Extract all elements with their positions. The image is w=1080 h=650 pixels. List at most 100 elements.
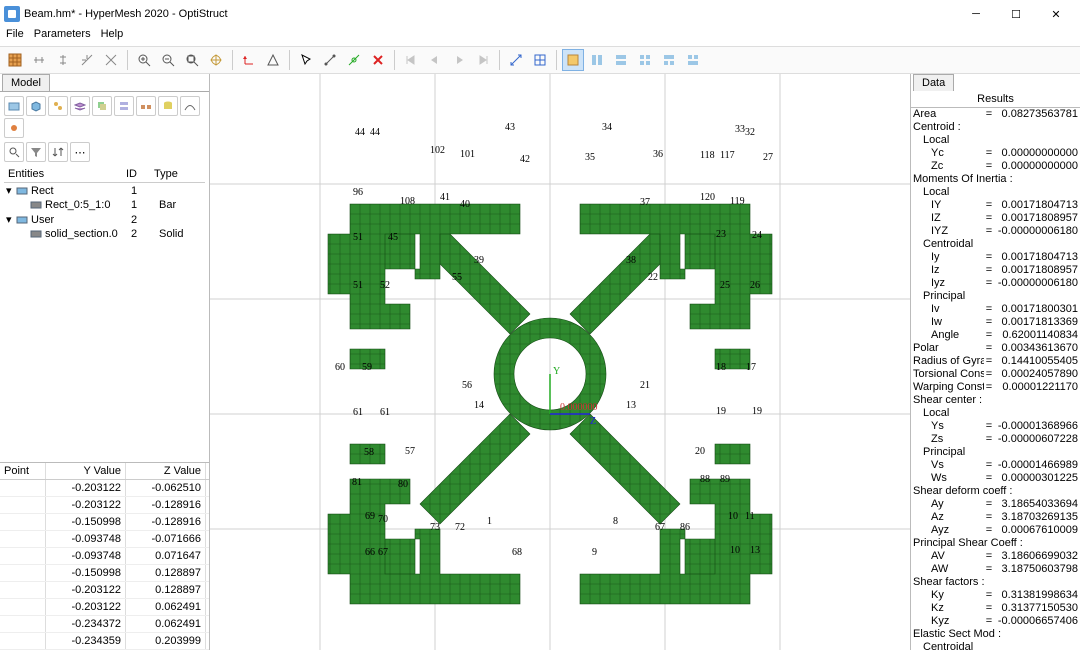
result-row: Kyz=-0.00006657406 <box>911 615 1080 628</box>
svg-text:26: 26 <box>750 280 760 291</box>
point-row[interactable]: -0.093748-0.071666 <box>0 531 209 548</box>
point-row[interactable]: -0.2031220.128897 <box>0 582 209 599</box>
menu-help[interactable]: Help <box>101 28 124 46</box>
zoom-out-icon[interactable] <box>157 49 179 71</box>
pg-col-z[interactable]: Z Value <box>126 463 206 479</box>
snap-diag-icon[interactable] <box>76 49 98 71</box>
mp-cube-icon[interactable] <box>26 96 46 116</box>
window-title: Beam.hm* - HyperMesh 2020 - OptiStruct <box>24 8 228 20</box>
triangle-icon[interactable] <box>262 49 284 71</box>
mp-group-icon[interactable] <box>48 96 68 116</box>
svg-text:119: 119 <box>730 196 745 207</box>
mp-layer-icon[interactable] <box>70 96 90 116</box>
svg-text:117: 117 <box>720 150 735 161</box>
tree-row[interactable]: ▾User2 <box>4 212 205 227</box>
prev-icon[interactable] <box>424 49 446 71</box>
point-row[interactable]: -0.203122-0.062510 <box>0 480 209 497</box>
data-tab[interactable]: Data <box>913 74 954 91</box>
tree-row[interactable]: ▾Rect1 <box>4 183 205 198</box>
tree-col-id[interactable]: ID <box>122 166 150 182</box>
mp-cubes-icon[interactable] <box>136 96 156 116</box>
mp-filter-icon[interactable] <box>26 142 46 162</box>
mp-layers-icon[interactable] <box>92 96 112 116</box>
result-row: Az=3.18703269135 <box>911 511 1080 524</box>
measure-icon[interactable] <box>505 49 527 71</box>
last-icon[interactable] <box>472 49 494 71</box>
svg-text:44: 44 <box>370 127 380 138</box>
line-icon[interactable] <box>319 49 341 71</box>
point-row[interactable]: -0.150998-0.128916 <box>0 514 209 531</box>
viewport[interactable]: Y Z 0.000000 444443343332102101423536118… <box>210 74 910 650</box>
point-row[interactable]: -0.0937480.071647 <box>0 548 209 565</box>
result-row: Iz=0.00171808957 <box>911 264 1080 277</box>
mp-sort-icon[interactable] <box>48 142 68 162</box>
svg-text:13: 13 <box>750 545 760 556</box>
result-row: Moments Of Inertia : <box>911 173 1080 186</box>
close-button[interactable]: ✕ <box>1036 0 1076 28</box>
view5-icon[interactable] <box>658 49 680 71</box>
minimize-button[interactable]: ─ <box>956 0 996 28</box>
maximize-button[interactable]: ☐ <box>996 0 1036 28</box>
titlebar: Beam.hm* - HyperMesh 2020 - OptiStruct ─… <box>0 0 1080 28</box>
result-row: Radius of Gyration=0.14410055405 <box>911 355 1080 368</box>
svg-text:Z: Z <box>590 416 596 427</box>
axes-icon[interactable] <box>238 49 260 71</box>
svg-text:18: 18 <box>716 362 726 373</box>
pg-col-y[interactable]: Y Value <box>46 463 126 479</box>
result-row: Zs=-0.00000607228 <box>911 433 1080 446</box>
model-tree[interactable]: ▾Rect1Rect_0:5_1:01Bar▾User2solid_sectio… <box>4 183 205 241</box>
model-tab[interactable]: Model <box>2 74 50 91</box>
menu-file[interactable]: File <box>6 28 24 46</box>
snap-cross-icon[interactable] <box>100 49 122 71</box>
result-row: Yc=0.00000000000 <box>911 147 1080 160</box>
point-row[interactable]: -0.203122-0.128916 <box>0 497 209 514</box>
mp-search-icon[interactable] <box>4 142 24 162</box>
view3-icon[interactable] <box>610 49 632 71</box>
delete-icon[interactable] <box>367 49 389 71</box>
menu-parameters[interactable]: Parameters <box>34 28 91 46</box>
first-icon[interactable] <box>400 49 422 71</box>
results-list: Area=0.08273563781Centroid :LocalYc=0.00… <box>911 108 1080 650</box>
result-row: Iv=0.00171800301 <box>911 303 1080 316</box>
point-row[interactable]: -0.2343590.203999 <box>0 633 209 650</box>
cursor-icon[interactable] <box>295 49 317 71</box>
zoom-fit-icon[interactable] <box>181 49 203 71</box>
result-row: Ys=-0.00001368966 <box>911 420 1080 433</box>
mp-box-icon[interactable] <box>4 96 24 116</box>
grid-icon[interactable] <box>4 49 26 71</box>
svg-text:89: 89 <box>720 474 730 485</box>
pg-col-point[interactable]: Point <box>0 463 46 479</box>
snap-vert-icon[interactable] <box>52 49 74 71</box>
section-icon[interactable] <box>529 49 551 71</box>
view6-icon[interactable] <box>682 49 704 71</box>
svg-text:25: 25 <box>720 280 730 291</box>
zoom-in-icon[interactable] <box>133 49 155 71</box>
mp-cyl-icon[interactable] <box>158 96 178 116</box>
mp-curve-icon[interactable] <box>180 96 200 116</box>
svg-text:108: 108 <box>400 196 415 207</box>
svg-text:72: 72 <box>455 522 465 533</box>
view2-icon[interactable] <box>586 49 608 71</box>
result-row: Shear center : <box>911 394 1080 407</box>
mp-dot-icon[interactable] <box>4 118 24 138</box>
svg-text:20: 20 <box>695 446 705 457</box>
mp-stack-icon[interactable] <box>114 96 134 116</box>
pan-icon[interactable] <box>205 49 227 71</box>
point-row[interactable]: -0.1509980.128897 <box>0 565 209 582</box>
tree-row[interactable]: solid_section.02Solid <box>4 227 205 241</box>
tree-row[interactable]: Rect_0:5_1:01Bar <box>4 198 205 212</box>
result-row: Ayz=0.00067610009 <box>911 524 1080 537</box>
point-row[interactable]: -0.2343720.062491 <box>0 616 209 633</box>
tree-col-entities[interactable]: Entities <box>4 166 122 182</box>
mp-more-icon[interactable]: ⋯ <box>70 142 90 162</box>
result-row: Centroidal <box>911 641 1080 650</box>
snap-horiz-icon[interactable] <box>28 49 50 71</box>
next-icon[interactable] <box>448 49 470 71</box>
view1-icon[interactable] <box>562 49 584 71</box>
point-row[interactable]: -0.2031220.062491 <box>0 599 209 616</box>
view4-icon[interactable] <box>634 49 656 71</box>
tree-col-type[interactable]: Type <box>150 166 190 182</box>
svg-text:67: 67 <box>378 547 388 558</box>
point-grid[interactable]: Point Y Value Z Value -0.203122-0.062510… <box>0 462 209 650</box>
edit-line-icon[interactable] <box>343 49 365 71</box>
